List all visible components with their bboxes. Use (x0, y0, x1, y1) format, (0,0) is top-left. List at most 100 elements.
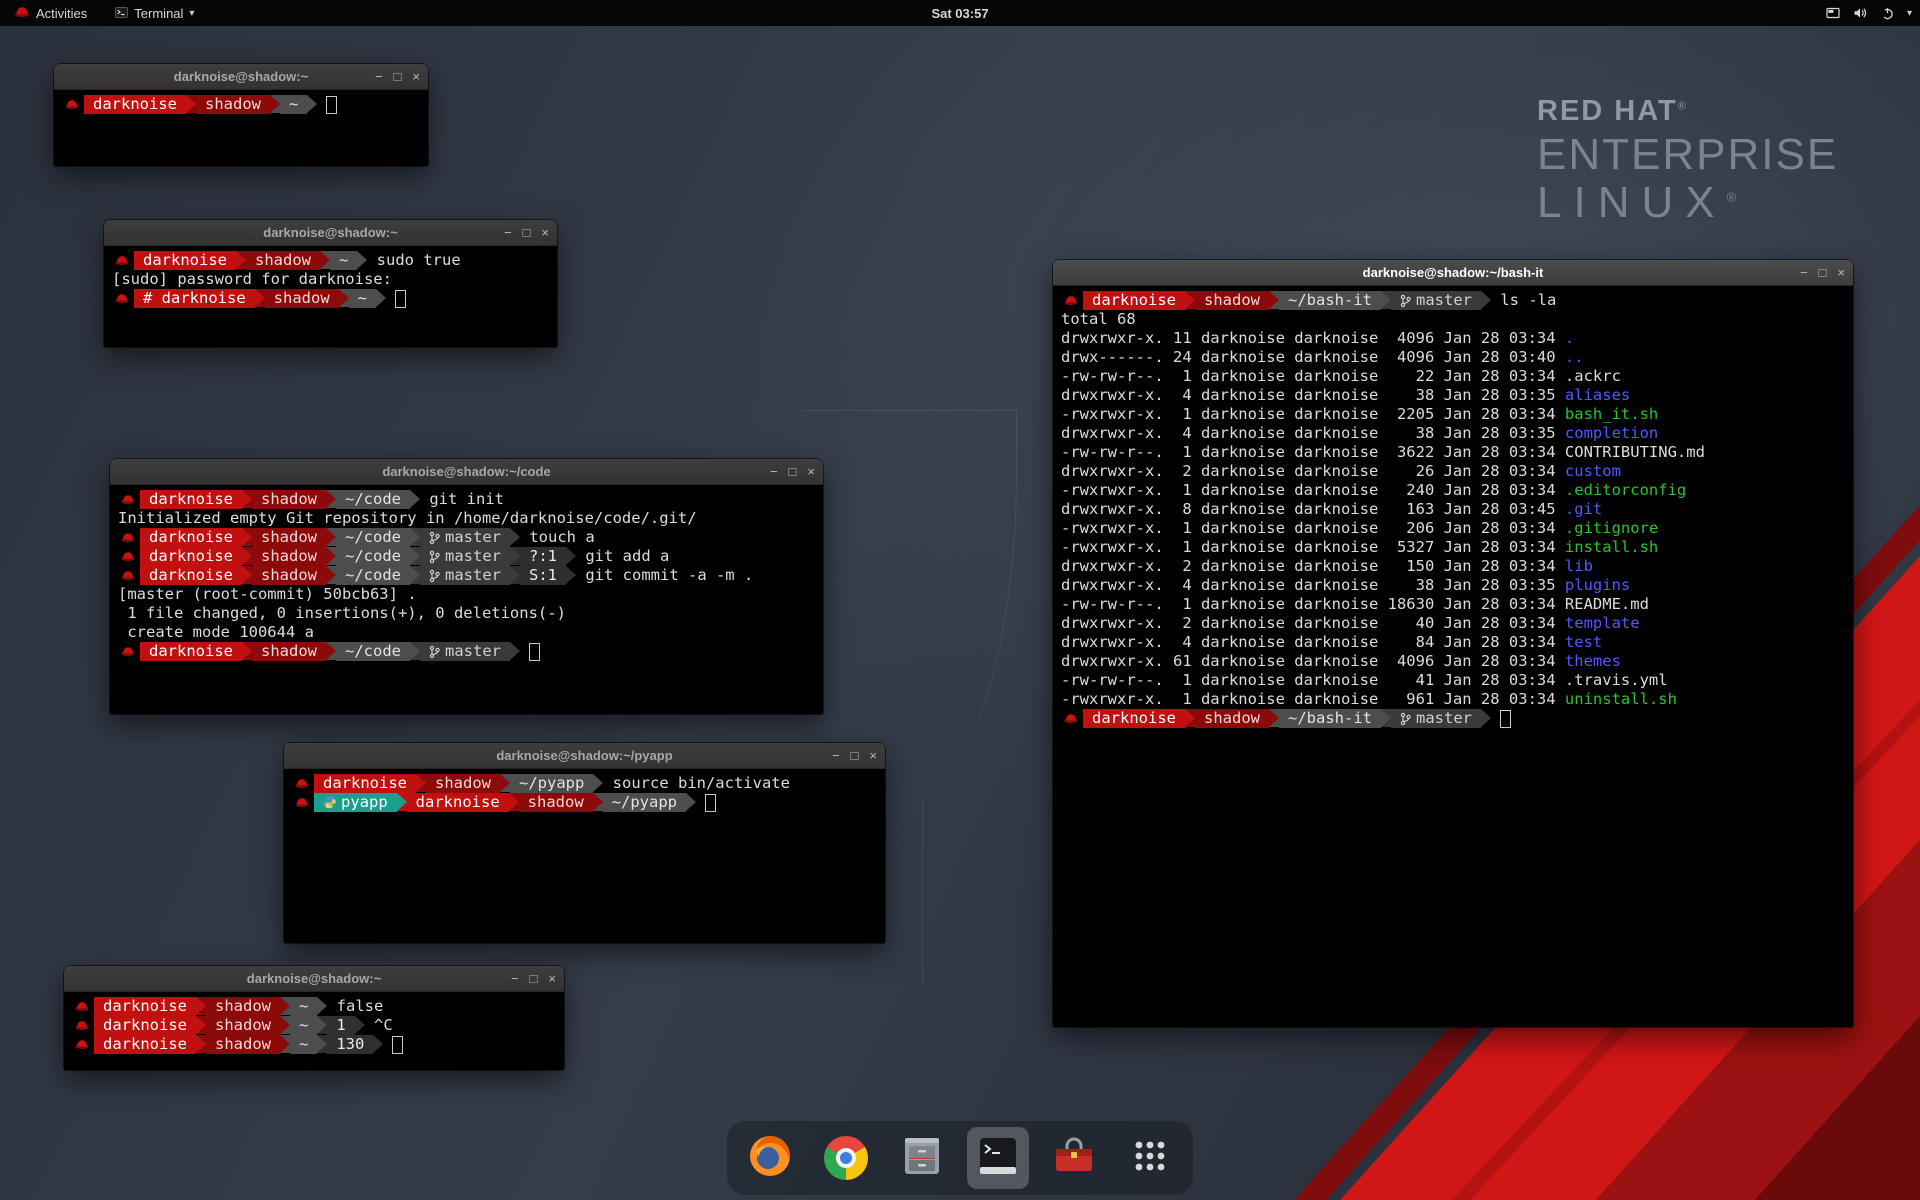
titlebar[interactable]: darknoise@shadow:~/bash-it−□ × (1053, 260, 1853, 286)
dock-item-chrome[interactable] (815, 1127, 877, 1189)
prompt-segment: # darknoise (134, 289, 255, 308)
titlebar[interactable]: darknoise@shadow:~/pyapp−□× (284, 743, 885, 769)
terminal-window-bash-it[interactable]: darknoise@shadow:~/bash-it−□ × darknoisesh… (1053, 260, 1853, 1027)
windows-icon[interactable] (1826, 7, 1840, 19)
terminal-cursor (705, 794, 716, 812)
prompt-segment: ~ (290, 997, 317, 1016)
prompt-segment: shadow (265, 289, 339, 308)
volume-icon[interactable] (1853, 7, 1868, 19)
powerline-separator (566, 566, 576, 584)
prompt-segment: shadow (1195, 291, 1269, 310)
terminal-line: darknoiseshadow~/code git init (118, 490, 815, 509)
terminal-text: touch a (520, 528, 595, 547)
terminal-content[interactable]: darknoiseshadow~/pyapp source bin/activa… (284, 769, 885, 817)
titlebar[interactable]: darknoise@shadow:~/code−□ × (110, 459, 823, 485)
windows-layer: darknoise@shadow:~−□×darknoiseshadow~dar… (0, 0, 1920, 1200)
close-button[interactable]: × (548, 972, 556, 985)
close-button[interactable]: × (1837, 266, 1845, 279)
terminal-text: create mode 100644 a (118, 623, 314, 642)
prompt-segment: master (420, 566, 510, 585)
minimize-button[interactable]: − (511, 972, 519, 985)
prompt-segment: shadow (252, 642, 326, 661)
minimize-button[interactable]: − (504, 226, 512, 239)
close-button[interactable]: × (412, 70, 420, 83)
clock[interactable]: Sat 03:57 (931, 6, 988, 21)
maximize-button[interactable]: □ (394, 70, 402, 83)
dock-item-terminal[interactable] (967, 1127, 1029, 1189)
powerline-separator (280, 1035, 290, 1053)
terminal-text: install.sh (1565, 538, 1658, 557)
terminal-content[interactable]: darknoiseshadow~/code git initInitialize… (110, 485, 823, 666)
terminal-text: -rwxrwxr-x. 1 darknoise darknoise 240 Ja… (1061, 481, 1565, 500)
maximize-button[interactable]: □ (523, 226, 531, 239)
terminal-text: drwxrwxr-x. 2 darknoise darknoise 26 Jan… (1061, 462, 1565, 481)
powerline-separator (510, 566, 520, 584)
dock-item-firefox[interactable] (739, 1127, 801, 1189)
terminal-text: drwxrwxr-x. 4 darknoise darknoise 38 Jan… (1061, 424, 1565, 443)
app-menu-terminal[interactable]: Terminal ▾ (109, 0, 200, 26)
chevron-down-icon[interactable]: ▾ (1907, 8, 1912, 19)
terminal-line: darknoiseshadow~/codemaster?:1 git add a (118, 547, 815, 566)
dock-item-files[interactable] (891, 1127, 953, 1189)
system-tray[interactable]: ▾ (1826, 0, 1912, 26)
firefox-icon (747, 1133, 793, 1184)
close-button[interactable]: × (869, 749, 877, 762)
maximize-button[interactable]: □ (851, 749, 859, 762)
power-icon[interactable] (1881, 7, 1894, 20)
terminal-window-home-exit-codes[interactable]: darknoise@shadow:~−□×darknoiseshadow~ fa… (64, 966, 564, 1070)
window-title: darknoise@shadow:~/code (110, 464, 823, 479)
terminal-icon (975, 1133, 1021, 1184)
terminal-text: test (1565, 633, 1602, 652)
titlebar[interactable]: darknoise@shadow:~−□× (64, 966, 564, 992)
terminal-window-code-git[interactable]: darknoise@shadow:~/code−□ × darknoiseshado… (110, 459, 823, 714)
minimize-button[interactable]: − (770, 465, 778, 478)
terminal-text: . (1565, 329, 1574, 348)
powerline-separator (317, 997, 327, 1015)
redhat-icon (118, 528, 140, 547)
terminal-text: .gitignore (1565, 519, 1658, 538)
window-title: darknoise@shadow:~/bash-it (1053, 265, 1853, 280)
minimize-button[interactable]: − (1800, 266, 1808, 279)
terminal-content[interactable]: darknoiseshadow~ (54, 90, 428, 119)
redhat-icon (118, 566, 140, 585)
titlebar[interactable]: darknoise@shadow:~−□× (104, 220, 557, 246)
terminal-text: drwxrwxr-x. 4 darknoise darknoise 84 Jan… (1061, 633, 1565, 652)
prompt-segment: ~ (280, 95, 307, 114)
titlebar[interactable]: darknoise@shadow:~−□× (54, 64, 428, 90)
chrome-icon (824, 1136, 868, 1180)
branch-icon (429, 569, 445, 583)
terminal-window-home-sudo[interactable]: darknoise@shadow:~−□×darknoiseshadow~ su… (104, 220, 557, 347)
minimize-button[interactable]: − (832, 749, 840, 762)
dock-item-show-apps[interactable] (1119, 1127, 1181, 1189)
close-button[interactable]: × (541, 226, 549, 239)
powerline-separator (410, 490, 420, 508)
branch-icon (1400, 712, 1416, 726)
terminal-window-pyapp[interactable]: darknoise@shadow:~/pyapp−□×darknoiseshad… (284, 743, 885, 943)
redhat-icon (72, 997, 94, 1016)
terminal-text: drwx------. 24 darknoise darknoise 4096 … (1061, 348, 1565, 367)
terminal-text: .travis.yml (1565, 671, 1668, 690)
minimize-button[interactable]: − (375, 70, 383, 83)
terminal-text: git init (420, 490, 504, 509)
close-button[interactable]: × (807, 465, 815, 478)
powerline-separator (509, 793, 519, 811)
maximize-button[interactable]: □ (1819, 266, 1827, 279)
terminal-line: drwxrwxr-x. 8 darknoise darknoise 163 Ja… (1061, 500, 1845, 519)
terminal-content[interactable]: darknoiseshadow~ falsedarknoiseshadow~1 … (64, 992, 564, 1059)
terminal-content[interactable]: darknoiseshadow~ sudo true[sudo] passwor… (104, 246, 557, 313)
dock-item-toolbox[interactable] (1043, 1127, 1105, 1189)
redhat-icon (1061, 291, 1083, 310)
maximize-button[interactable]: □ (789, 465, 797, 478)
maximize-button[interactable]: □ (530, 972, 538, 985)
terminal-text: ls -la (1491, 291, 1556, 310)
terminal-cursor (1500, 710, 1511, 728)
terminal-window-home-1[interactable]: darknoise@shadow:~−□×darknoiseshadow~ (54, 64, 428, 166)
terminal-line: darknoiseshadow~/codemaster touch a (118, 528, 815, 547)
terminal-text: Initialized empty Git repository in /hom… (118, 509, 697, 528)
powerline-separator (242, 642, 252, 660)
terminal-cursor (326, 96, 337, 114)
powerline-separator (326, 547, 336, 565)
terminal-content[interactable]: darknoiseshadow~/bash-itmaster ls -latot… (1053, 286, 1853, 733)
activities-button[interactable]: Activities (8, 0, 93, 26)
powerline-separator (1185, 709, 1195, 727)
